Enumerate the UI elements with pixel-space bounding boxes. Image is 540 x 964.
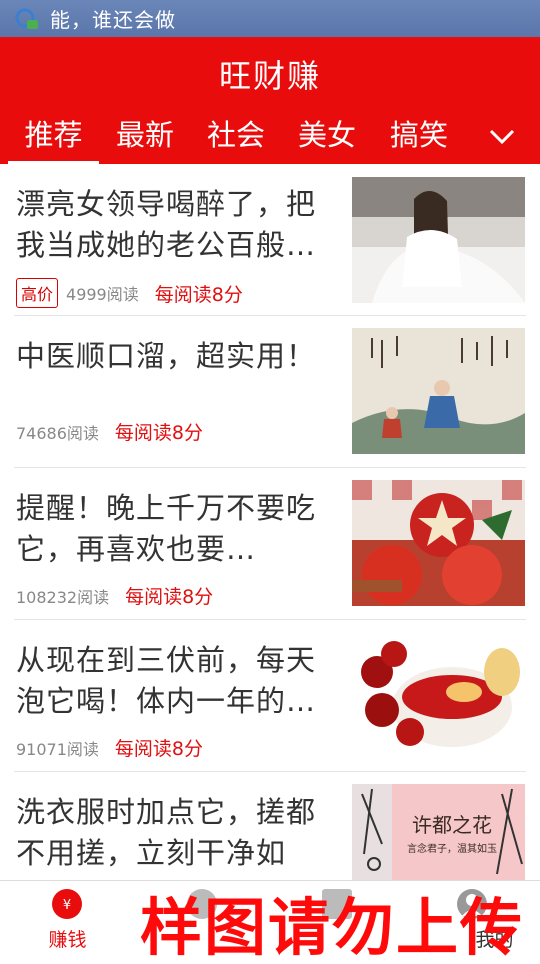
app-bar: 旺财赚 [0,37,540,110]
list-item[interactable]: 洗衣服时加点它，搓都不用搓，立刻干净如 许都之花 言念君子，温其如玉 [0,772,540,880]
nav-label-mine: 我的 [475,929,514,951]
category-tabs: 推荐 最新 社会 美女 搞笑 [0,110,540,164]
read-count: 4999阅读 [66,285,139,304]
nav-mine[interactable]: 我的 [405,881,540,961]
tab-funny[interactable]: 搞笑 [382,110,456,164]
task-icon [187,889,217,919]
list-item[interactable]: 从现在到三伏前，每天泡它喝！体内一年的… 91071阅读 每阅读8分 [0,620,540,772]
status-bar: 能，谁还会做 [0,0,540,37]
thumb-caption-main: 许都之花 [412,813,492,837]
article-meta: 74686阅读 每阅读8分 [16,418,203,445]
list-icon [322,889,352,919]
notification-icon [14,6,40,32]
article-meta: 高价 4999阅读 每阅读8分 [16,278,243,308]
yen-icon: ¥ [52,889,82,919]
nav-list[interactable] [270,881,405,961]
article-title: 漂亮女领导喝醉了，把我当成她的老公百般… [16,187,317,262]
list-item[interactable]: 提醒！晚上千万不要吃它，再喜欢也要… 108232阅读 每阅读8分 [0,468,540,620]
app-title: 旺财赚 [218,56,321,95]
article-title: 从现在到三伏前，每天泡它喝！体内一年的… [16,643,317,718]
chevron-down-icon[interactable] [474,110,530,164]
nav-label-earn: 赚钱 [48,929,87,951]
points-per-read: 每阅读8分 [125,586,214,608]
points-per-read: 每阅读8分 [114,422,203,444]
thumbnail-image: 许都之花 言念君子，温其如玉 [352,784,525,880]
status-text: 能，谁还会做 [50,8,176,32]
read-count: 108232阅读 [16,587,110,607]
user-icon [457,889,487,919]
thumbnail-image [352,632,525,758]
nav-earn[interactable]: ¥ 赚钱 [0,881,135,961]
svg-text:¥: ¥ [63,898,71,913]
list-item[interactable]: 漂亮女领导喝醉了，把我当成她的老公百般… 高价 4999阅读 每阅读8分 [0,164,540,316]
article-title: 提醒！晚上千万不要吃它，再喜欢也要… [16,491,317,566]
article-title: 中医顺口溜，超实用！ [16,339,317,373]
points-per-read: 每阅读8分 [154,283,243,306]
article-title: 洗衣服时加点它，搓都不用搓，立刻干净如 [16,795,317,870]
bottom-nav: ¥ 赚钱 我的 [0,880,540,961]
list-item[interactable]: 中医顺口溜，超实用！ 74686阅读 每阅读8分 [0,316,540,468]
thumbnail-image [352,480,525,606]
tab-latest[interactable]: 最新 [108,110,182,164]
premium-badge: 高价 [16,278,59,308]
nav-task[interactable] [135,881,270,961]
thumbnail-image [352,328,525,454]
points-per-read: 每阅读8分 [114,738,203,760]
article-meta: 108232阅读 每阅读8分 [16,582,213,609]
thumb-caption-sub: 言念君子，温其如玉 [407,842,497,855]
read-count: 74686阅读 [16,423,99,443]
article-meta: 91071阅读 每阅读8分 [16,734,203,761]
read-count: 91071阅读 [16,739,99,759]
thumbnail-image [352,177,525,303]
tab-recommended[interactable]: 推荐 [8,110,99,164]
article-feed: 漂亮女领导喝醉了，把我当成她的老公百般… 高价 4999阅读 每阅读8分 中医顺… [0,164,540,880]
tab-society[interactable]: 社会 [199,110,273,164]
tab-beauty[interactable]: 美女 [290,110,364,164]
